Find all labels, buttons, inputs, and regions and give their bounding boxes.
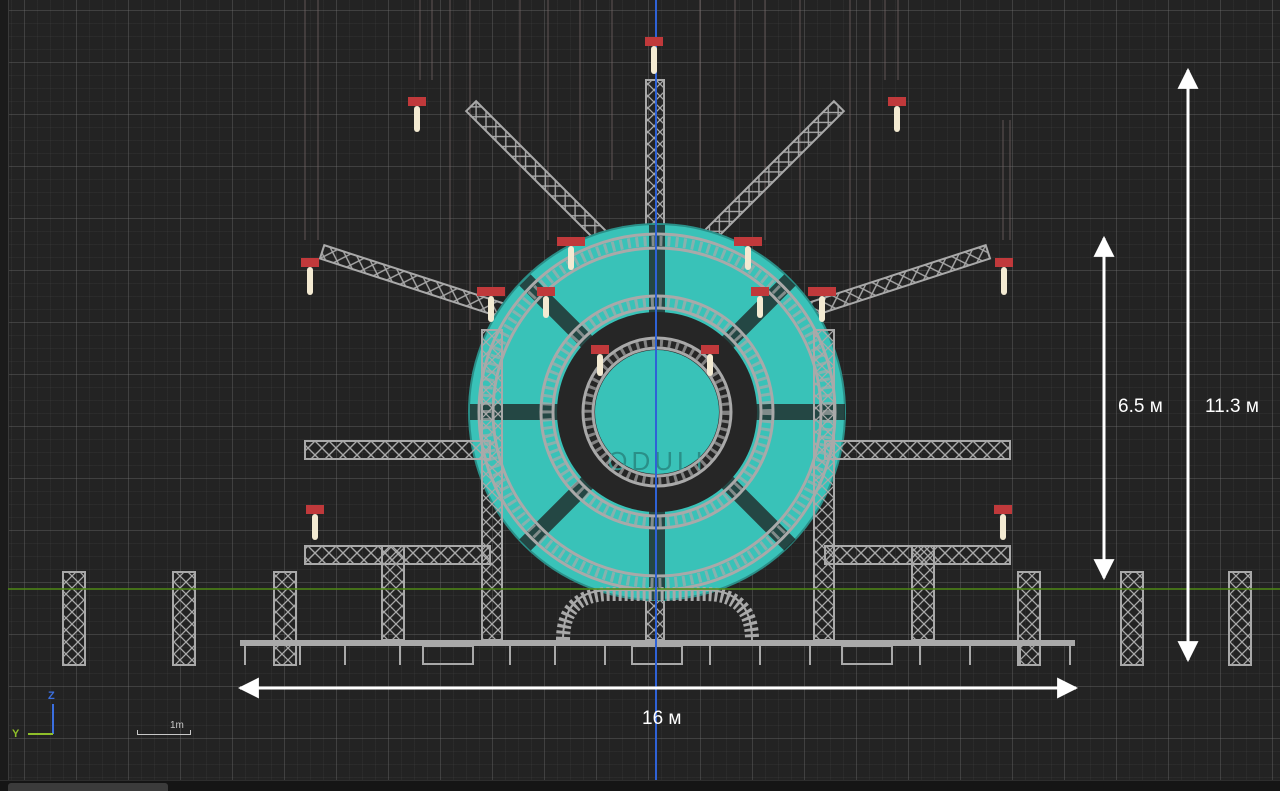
axis-z-label: Z xyxy=(48,690,55,702)
total-height-dimension-label: 11.3 м xyxy=(1205,396,1259,417)
status-bar-tab[interactable] xyxy=(8,783,168,791)
inner-height-dimension-label: 6.5 м xyxy=(1118,396,1163,417)
axis-y-label: Y xyxy=(12,728,20,740)
status-bar xyxy=(0,780,1280,791)
scale-bar-label: 1m xyxy=(170,720,184,731)
stage-deck xyxy=(240,640,1075,665)
scale-bar: 1m xyxy=(136,720,192,736)
stage-scene: ODULI xyxy=(8,0,1280,781)
width-dimension-label: 16 м xyxy=(642,708,682,729)
axis-gizmo-icon[interactable]: Z Y xyxy=(10,688,70,744)
